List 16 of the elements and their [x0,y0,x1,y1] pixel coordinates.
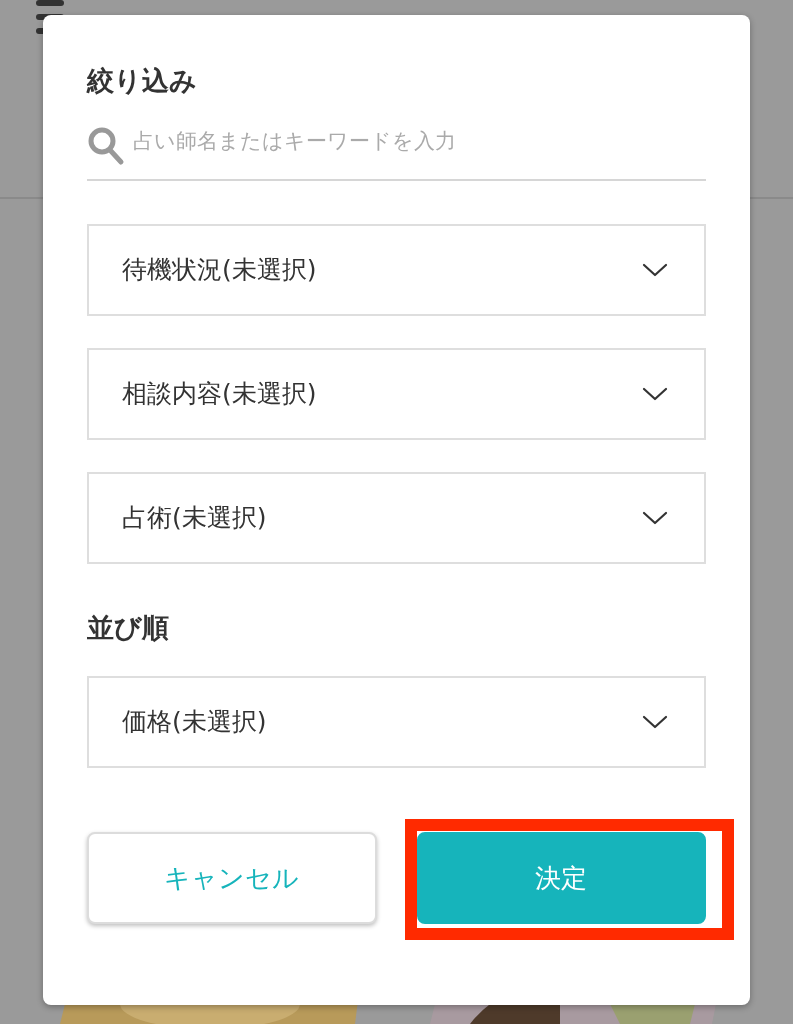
dropdown-select[interactable]: 占術(未選択) [87,472,706,564]
section-title: 絞り込み [87,64,198,98]
section-title: 並び順 [87,611,170,645]
chevron-down-icon [642,386,668,402]
search-field[interactable]: 占い師名またはキーワードを入力 [133,126,706,158]
dropdown-select[interactable]: 待機状況(未選択) [87,224,706,316]
chevron-down-icon [642,714,668,730]
dropdown-label: 占術(未選択) [122,502,267,535]
search-icon [87,126,125,166]
chevron-down-icon [642,262,668,278]
dropdown-label: 待機状況(未選択) [122,254,317,287]
chevron-down-icon [642,510,668,526]
dropdown-label: 相談内容(未選択) [122,378,317,411]
dropdown-select[interactable]: 相談内容(未選択) [87,348,706,440]
dropdown-label: 価格(未選択) [122,706,267,739]
dropdown-select[interactable]: 価格(未選択) [87,676,706,768]
